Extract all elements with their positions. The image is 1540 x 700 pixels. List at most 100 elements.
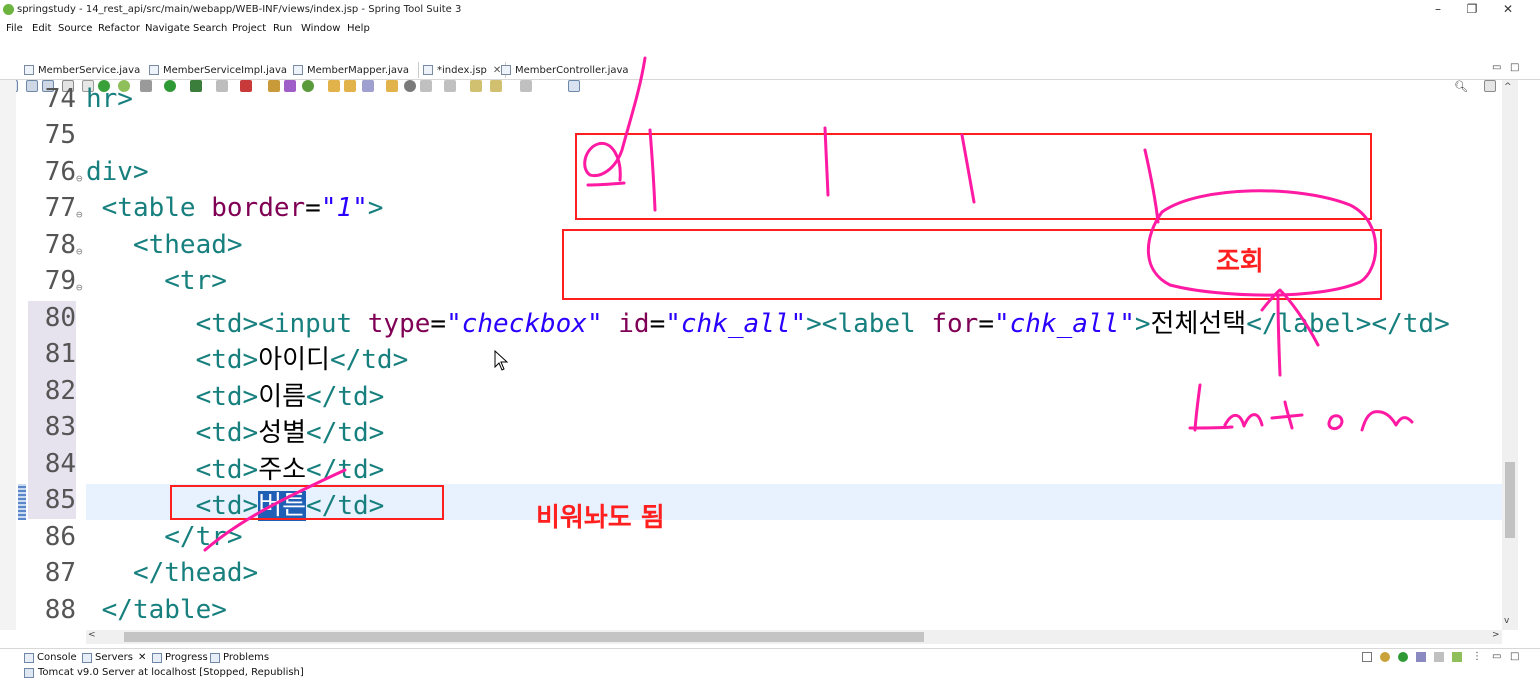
token-tag: </td> bbox=[306, 382, 385, 412]
line-number: 82 bbox=[44, 376, 76, 406]
scroll-left-icon[interactable]: < bbox=[88, 630, 96, 640]
code-line: <td><input type="checkbox" id="chk_all">… bbox=[86, 303, 1450, 340]
tab-label: *index.jsp bbox=[437, 64, 487, 76]
restore-button[interactable]: ❐ bbox=[1460, 2, 1484, 16]
debug-server-icon[interactable] bbox=[1380, 652, 1390, 662]
token-text: 이름 bbox=[258, 382, 307, 412]
fold-toggle-icon[interactable]: ⊖ bbox=[76, 172, 83, 185]
line-number: 84 bbox=[44, 449, 76, 479]
menu-edit[interactable]: Edit bbox=[32, 23, 51, 34]
tab-servers[interactable]: Servers ✕ bbox=[82, 652, 146, 663]
stop-server-icon[interactable] bbox=[1434, 652, 1444, 662]
scroll-right-icon[interactable]: > bbox=[1492, 630, 1500, 640]
panel-maximize-icon[interactable]: □ bbox=[1510, 651, 1519, 662]
token-tag: </td> bbox=[306, 418, 385, 448]
tab-label: MemberController.java bbox=[515, 64, 629, 76]
line-number: 76 bbox=[44, 157, 76, 187]
editor-minimize-icon[interactable]: ▭ bbox=[1492, 62, 1501, 73]
jsp-file-icon bbox=[423, 65, 433, 75]
token-tag: div> bbox=[86, 157, 149, 187]
token-string: "checkbox" bbox=[446, 309, 603, 339]
servers-icon bbox=[82, 652, 92, 663]
tab-member-mapper[interactable]: MemberMapper.java bbox=[293, 62, 409, 78]
token-tag: </tr> bbox=[164, 522, 243, 552]
scroll-up-icon[interactable]: ^ bbox=[1504, 82, 1512, 92]
menu-project[interactable]: Project bbox=[232, 23, 266, 34]
token-tag: > bbox=[367, 193, 384, 223]
code-line: </table> bbox=[86, 595, 227, 625]
tab-label: Progress bbox=[165, 652, 208, 663]
token-text: 성별 bbox=[258, 418, 307, 448]
tab-problems[interactable]: Problems bbox=[210, 652, 269, 663]
code-line: <td>아이디</td> bbox=[86, 339, 409, 376]
tab-member-service[interactable]: MemberService.java bbox=[24, 62, 140, 78]
publish-icon[interactable] bbox=[1452, 652, 1462, 662]
fold-toggle-icon[interactable]: ⊖ bbox=[76, 245, 83, 258]
token-attr: border bbox=[211, 193, 306, 223]
tab-console[interactable]: Console bbox=[24, 652, 77, 663]
menu-bar: File Edit Source Refactor Navigate Searc… bbox=[0, 20, 1540, 38]
vertical-scroll-thumb[interactable] bbox=[1505, 462, 1515, 538]
tab-member-service-impl[interactable]: MemberServiceImpl.java bbox=[149, 62, 287, 78]
line-number: 78 bbox=[44, 230, 76, 260]
line-number: 75 bbox=[44, 120, 76, 150]
token-tag: <table bbox=[101, 193, 196, 223]
token-tag: hr> bbox=[86, 84, 133, 114]
menu-window[interactable]: Window bbox=[301, 23, 340, 34]
code-line: hr> bbox=[86, 84, 133, 114]
token-string: "1" bbox=[320, 193, 368, 223]
token-tag: </label> bbox=[1246, 309, 1372, 339]
server-entry[interactable]: Tomcat v9.0 Server at localhost [Stopped… bbox=[24, 667, 304, 678]
token-eq: = bbox=[305, 193, 321, 223]
tab-label: MemberService.java bbox=[38, 64, 141, 76]
view-menu-icon[interactable]: ⋮ bbox=[1472, 651, 1482, 662]
panel-minimize-icon[interactable]: ▭ bbox=[1492, 651, 1501, 662]
token-tag: > bbox=[1134, 309, 1151, 339]
menu-help[interactable]: Help bbox=[347, 23, 370, 34]
tab-member-controller[interactable]: MemberController.java bbox=[501, 62, 629, 78]
token-tag: <thead> bbox=[132, 230, 243, 260]
tab-label: Servers bbox=[95, 652, 134, 663]
token-tag: </td> bbox=[306, 455, 385, 485]
token-tag: <td> bbox=[195, 418, 259, 448]
tab-index-jsp[interactable]: *index.jsp ✕ bbox=[418, 62, 507, 78]
code-line: div> bbox=[86, 157, 149, 187]
menu-search[interactable]: Search bbox=[193, 23, 227, 34]
fold-toggle-icon[interactable]: ⊖ bbox=[76, 281, 83, 294]
tab-close-icon[interactable]: ✕ bbox=[138, 652, 146, 663]
horizontal-scroll-thumb[interactable] bbox=[124, 632, 924, 642]
menu-refactor[interactable]: Refactor bbox=[98, 23, 140, 34]
token-tag: <td> bbox=[195, 345, 259, 375]
line-number: 79 bbox=[44, 266, 76, 296]
start-server-icon[interactable] bbox=[1398, 652, 1408, 662]
menu-navigate[interactable]: Navigate bbox=[145, 23, 190, 34]
tab-label: Problems bbox=[223, 652, 270, 663]
overview-ruler bbox=[1518, 80, 1540, 630]
horizontal-scrollbar[interactable]: < > bbox=[86, 630, 1502, 644]
menu-source[interactable]: Source bbox=[58, 23, 92, 34]
line-number: 86 bbox=[44, 522, 76, 552]
profile-server-icon[interactable] bbox=[1416, 652, 1426, 662]
close-button[interactable]: ✕ bbox=[1496, 2, 1520, 16]
token-text: 전체선택 bbox=[1150, 309, 1247, 339]
token-string: "chk_all" bbox=[993, 309, 1135, 339]
main-toolbar: 🔍︎ bbox=[0, 38, 1540, 93]
annotation-empty-ok-label: 비워놔도 됨 bbox=[536, 503, 665, 533]
menu-run[interactable]: Run bbox=[273, 23, 292, 34]
fold-toggle-icon[interactable]: ⊖ bbox=[76, 208, 83, 221]
token-tag: </td> bbox=[1371, 309, 1450, 339]
collapse-all-icon[interactable] bbox=[1362, 652, 1372, 662]
tab-close-icon[interactable]: ✕ bbox=[493, 65, 501, 76]
menu-file[interactable]: File bbox=[6, 23, 23, 34]
code-line: <thead> bbox=[86, 230, 243, 260]
tab-progress[interactable]: Progress bbox=[152, 652, 208, 663]
code-line: <table border="1"> bbox=[86, 193, 384, 223]
tomcat-server-icon bbox=[24, 667, 34, 678]
editor-maximize-icon[interactable]: □ bbox=[1510, 62, 1519, 73]
vertical-scrollbar[interactable]: ^ v bbox=[1502, 80, 1518, 630]
mouse-cursor-icon bbox=[494, 350, 509, 371]
scroll-down-icon[interactable]: v bbox=[1504, 616, 1509, 626]
code-line: </tr> bbox=[86, 522, 243, 552]
line-number: 85 bbox=[44, 485, 76, 515]
minimize-button[interactable]: – bbox=[1426, 2, 1450, 16]
